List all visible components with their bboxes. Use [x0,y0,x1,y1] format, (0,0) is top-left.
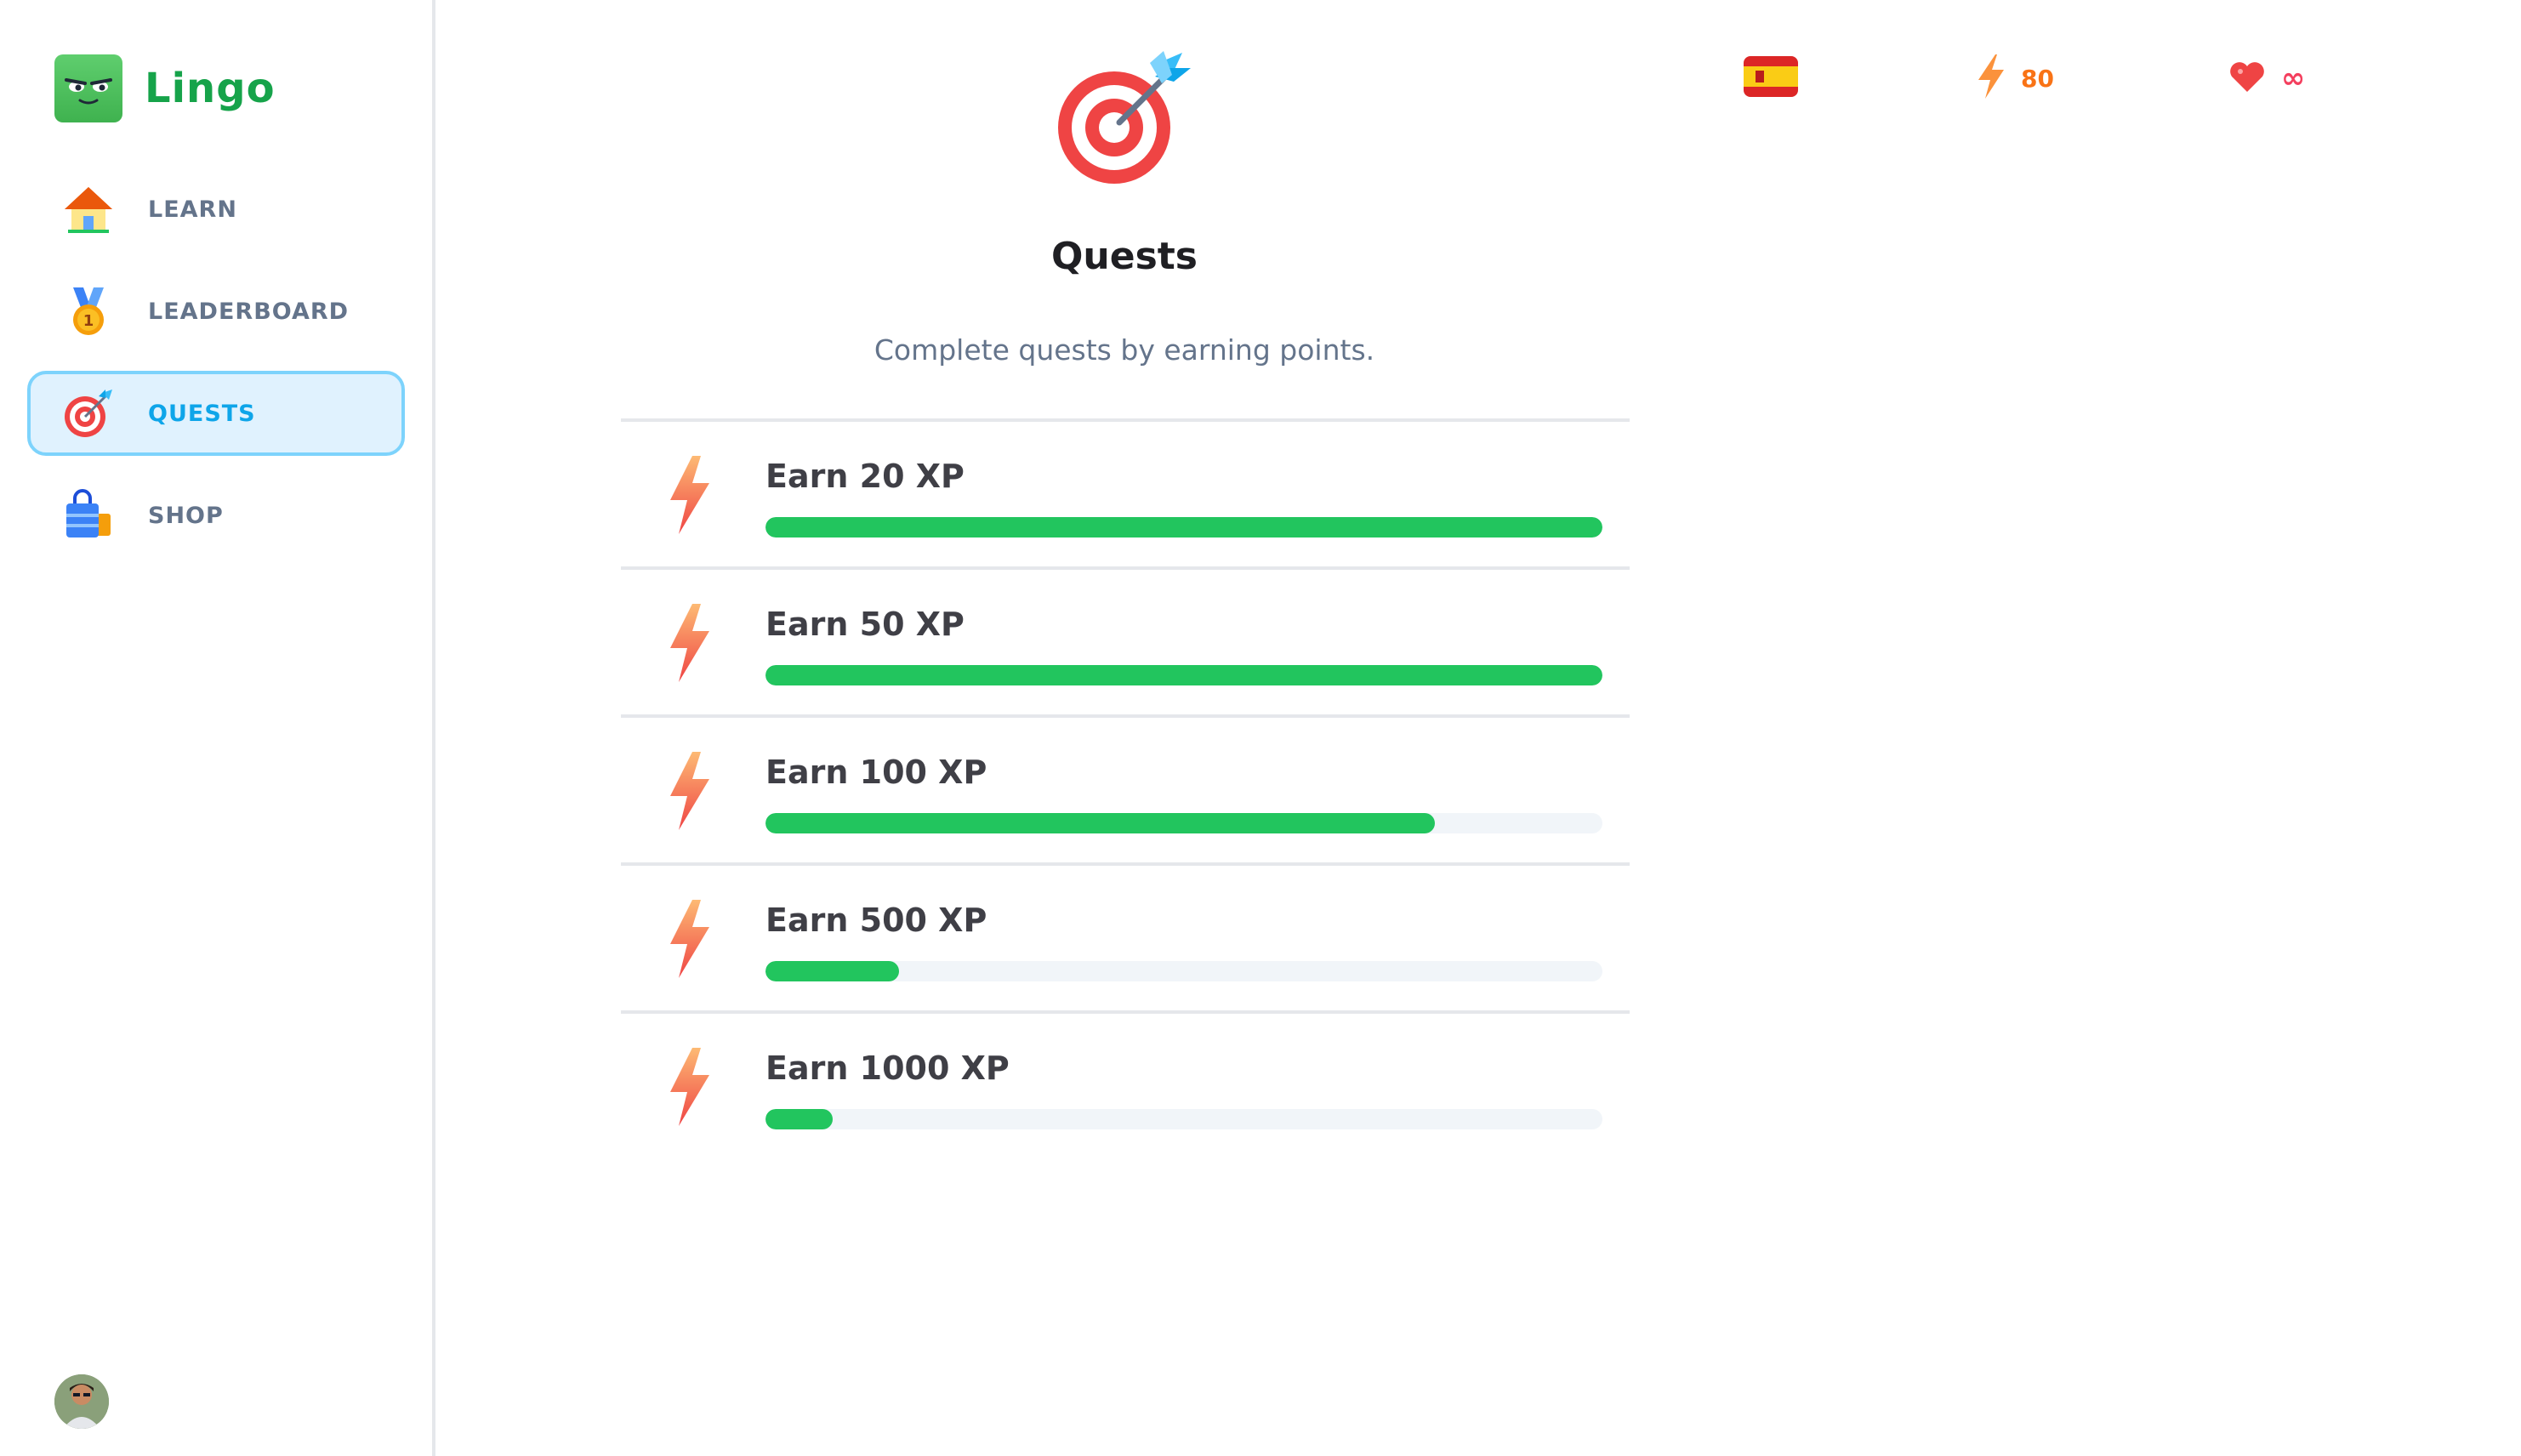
quest-progress-fill [765,961,900,981]
shopping-bag-icon [61,488,116,543]
points-counter[interactable]: 80 [1977,54,2054,102]
target-icon [1055,46,1199,191]
sidebar-item-label: LEADERBOARD [148,298,350,325]
target-icon [61,386,116,441]
sidebar-item-quests[interactable]: QUESTS [27,371,405,456]
lightning-bolt-icon [1977,54,2006,102]
quest-progress-bar [765,813,1602,833]
sidebar: Lingo LEARN 1 LEADERBOARD QUESTS SHOP [0,0,435,1456]
sidebar-item-shop[interactable]: SHOP [27,473,405,558]
quest-progress-fill [765,665,1602,685]
quest-progress-bar [765,665,1602,685]
hearts-value: ∞ [2281,61,2306,95]
quest-title: Earn 50 XP [765,606,965,643]
sidebar-item-label: SHOP [148,502,224,529]
quest-item: Earn 50 XP [621,566,1630,714]
brand[interactable]: Lingo [54,54,276,122]
quest-item: Earn 100 XP [621,714,1630,862]
page-subtitle: Complete quests by earning points. [874,333,1375,367]
quest-list: Earn 20 XP Earn 50 XP Earn 100 XP Earn 5… [621,418,1630,1158]
points-value: 80 [2021,64,2054,93]
quest-item: Earn 500 XP [621,862,1630,1010]
quest-item: Earn 1000 XP [621,1010,1630,1158]
sidebar-item-label: QUESTS [148,400,256,427]
quest-progress-bar [765,961,1602,981]
quest-item: Earn 20 XP [621,418,1630,566]
sidebar-nav: LEARN 1 LEADERBOARD QUESTS SHOP [27,167,405,575]
hearts-counter[interactable]: ∞ [2228,54,2305,102]
quest-title: Earn 20 XP [765,458,965,495]
house-icon [61,182,116,236]
quest-progress-bar [765,1109,1602,1129]
user-avatar[interactable] [54,1374,109,1429]
app-name: Lingo [145,65,276,112]
sidebar-item-learn[interactable]: LEARN [27,167,405,252]
spain-flag-icon [1744,56,1798,100]
lingo-mascot-logo [54,54,122,122]
svg-text:1: 1 [83,312,94,330]
lightning-bolt-icon [667,604,713,682]
quest-title: Earn 1000 XP [765,1049,1010,1087]
lightning-bolt-icon [667,456,713,534]
lightning-bolt-icon [667,752,713,830]
quest-progress-fill [765,1109,833,1129]
medal-icon: 1 [61,284,116,338]
quest-progress-fill [765,813,1436,833]
quest-title: Earn 500 XP [765,901,987,939]
sidebar-item-leaderboard[interactable]: 1 LEADERBOARD [27,269,405,354]
quest-title: Earn 100 XP [765,754,987,791]
quest-progress-fill [765,517,1602,537]
language-selector[interactable] [1744,54,1798,102]
sidebar-item-label: LEARN [148,196,237,223]
lightning-bolt-icon [667,900,713,978]
lightning-bolt-icon [667,1048,713,1126]
page-title: Quests [1051,235,1198,278]
heart-icon [2228,60,2266,97]
quest-progress-bar [765,517,1602,537]
